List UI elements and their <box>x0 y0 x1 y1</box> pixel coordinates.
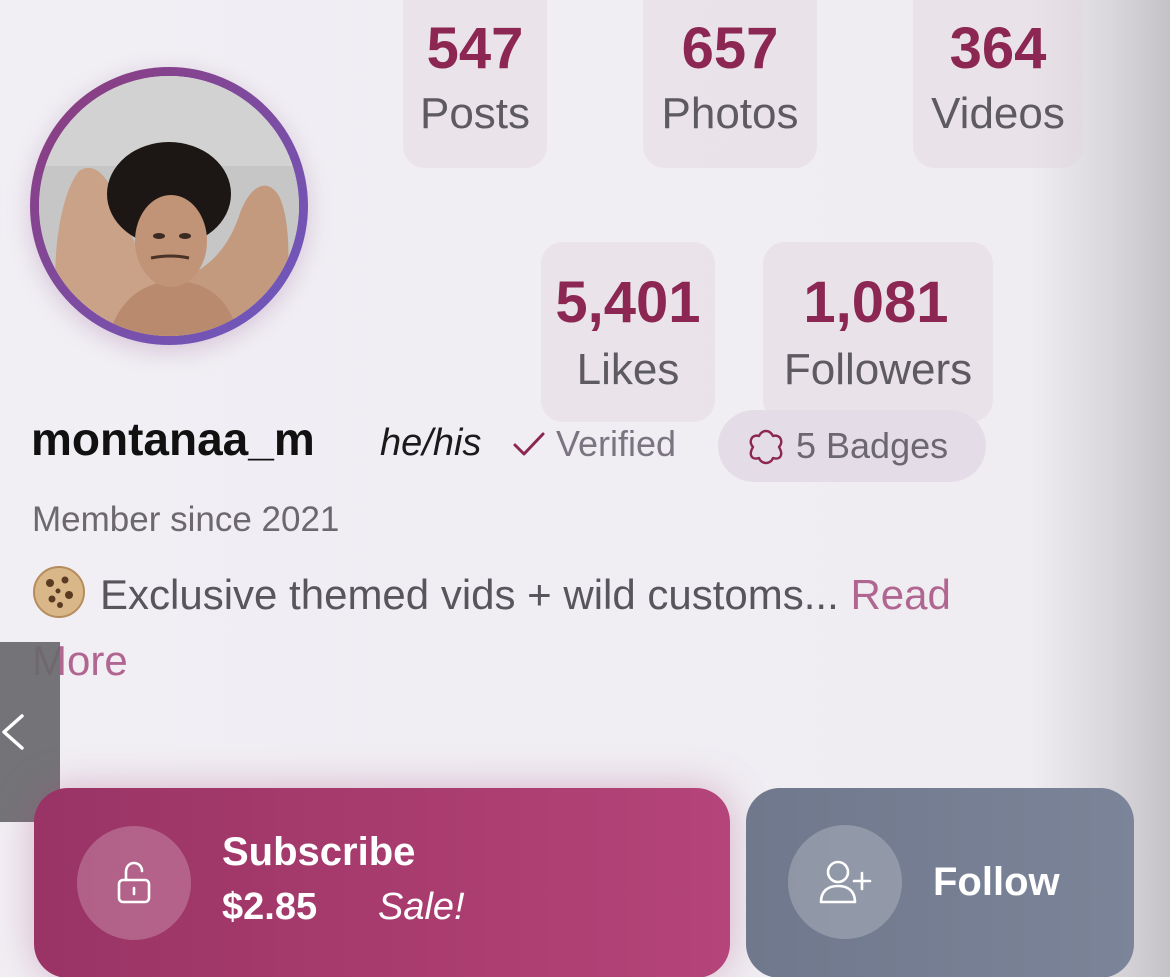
subscribe-sale-label: Sale! <box>378 886 465 928</box>
avatar-photo <box>39 76 299 336</box>
bio: Exclusive themed vids + wild customs... … <box>32 562 1042 694</box>
user-plus-icon <box>819 860 872 904</box>
stat-posts-value: 547 <box>426 16 524 81</box>
stat-likes-value: 5,401 <box>555 270 701 335</box>
stat-followers-label: Followers <box>783 345 973 394</box>
username: montanaa_m <box>31 413 315 465</box>
avatar[interactable] <box>39 76 299 336</box>
stat-likes[interactable]: 5,401 Likes <box>541 242 715 422</box>
lock-open-icon <box>117 861 151 904</box>
lock-icon-circle <box>77 826 191 940</box>
subscribe-button[interactable]: Subscribe $2.85 Sale! <box>34 788 730 977</box>
stat-videos-label: Videos <box>931 89 1065 138</box>
bio-text: Exclusive themed vids + wild customs... <box>100 571 839 618</box>
stat-videos-value: 364 <box>949 16 1047 81</box>
stat-followers[interactable]: 1,081 Followers <box>763 242 993 422</box>
subscribe-label: Subscribe <box>222 830 416 874</box>
stat-photos-label: Photos <box>661 89 799 138</box>
stat-followers-value: 1,081 <box>803 270 949 335</box>
verified-label: Verified <box>556 423 677 464</box>
chevron-left-icon <box>2 714 24 750</box>
check-icon <box>513 432 545 456</box>
stat-videos[interactable]: 364 Videos <box>913 0 1083 168</box>
avatar-ring[interactable] <box>30 67 308 345</box>
stat-posts-label: Posts <box>419 89 531 138</box>
follow-button[interactable]: Follow <box>746 788 1134 977</box>
flower-badge-icon <box>749 429 783 465</box>
pronouns: he/his <box>380 422 482 464</box>
member-since: Member since 2021 <box>32 500 340 539</box>
stat-photos[interactable]: 657 Photos <box>643 0 817 168</box>
badges-label: 5 Badges <box>796 425 949 466</box>
subscribe-price: $2.85 <box>222 886 318 928</box>
stat-posts[interactable]: 547 Posts <box>403 0 547 168</box>
stat-likes-label: Likes <box>576 345 680 394</box>
badges-button[interactable]: 5 Badges <box>718 410 986 482</box>
follow-icon-circle <box>788 825 902 939</box>
follow-label: Follow <box>933 860 1060 904</box>
stat-photos-value: 657 <box>681 16 779 81</box>
cookie-icon <box>33 566 85 618</box>
